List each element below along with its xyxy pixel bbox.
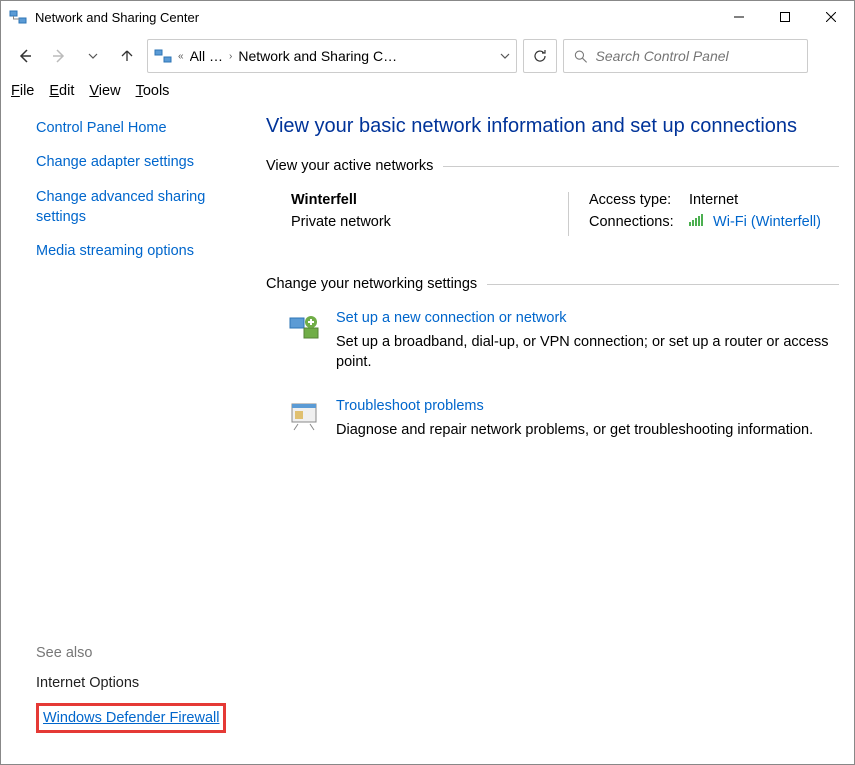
breadcrumb-dropdown-icon[interactable] xyxy=(500,51,510,61)
close-button[interactable] xyxy=(808,1,854,33)
access-type-label: Access type: xyxy=(589,192,689,208)
breadcrumb[interactable]: « All … › Network and Sharing C… xyxy=(147,39,517,73)
sidebar-change-adapter[interactable]: Change adapter settings xyxy=(36,152,241,172)
content: Control Panel Home Change adapter settin… xyxy=(1,103,854,756)
divider xyxy=(487,284,839,285)
refresh-button[interactable] xyxy=(523,39,557,73)
access-type-value: Internet xyxy=(689,192,738,208)
titlebar: Network and Sharing Center xyxy=(1,1,854,33)
menubar: File Edit View Tools xyxy=(1,79,854,103)
change-settings-header: Change your networking settings xyxy=(266,276,839,292)
sidebar-control-panel-home[interactable]: Control Panel Home xyxy=(36,118,241,138)
sidebar-change-advanced-sharing[interactable]: Change advanced sharing settings xyxy=(36,187,241,228)
network-center-icon xyxy=(9,8,27,26)
breadcrumb-seg2[interactable]: Network and Sharing C… xyxy=(238,48,397,64)
breadcrumb-seg1[interactable]: All … xyxy=(190,48,223,64)
connections-label: Connections: xyxy=(589,214,689,230)
active-networks-label: View your active networks xyxy=(266,158,433,174)
settings-item-troubleshoot: Troubleshoot problems Diagnose and repai… xyxy=(266,398,839,440)
window-title: Network and Sharing Center xyxy=(35,10,716,25)
minimize-button[interactable] xyxy=(716,1,762,33)
seealso-header: See also xyxy=(36,645,241,661)
troubleshoot-desc: Diagnose and repair network problems, or… xyxy=(336,420,813,440)
setup-connection-link[interactable]: Set up a new connection or network xyxy=(336,310,839,326)
active-network-row: Winterfell Private network Access type: … xyxy=(266,192,839,236)
navbar: « All … › Network and Sharing C… xyxy=(1,33,854,79)
breadcrumb-prefix: « xyxy=(178,51,184,62)
main-panel: View your basic network information and … xyxy=(266,103,854,756)
sidebar: Control Panel Home Change adapter settin… xyxy=(1,103,266,756)
divider xyxy=(443,166,839,167)
nav-back-button[interactable] xyxy=(11,42,39,70)
setup-connection-icon xyxy=(286,310,322,346)
network-right: Access type: Internet Connections: xyxy=(569,192,839,236)
sidebar-media-streaming[interactable]: Media streaming options xyxy=(36,241,241,261)
search-box[interactable] xyxy=(563,39,808,73)
menu-file[interactable]: File xyxy=(11,83,34,99)
troubleshoot-link[interactable]: Troubleshoot problems xyxy=(336,398,813,414)
menu-tools[interactable]: Tools xyxy=(136,83,170,99)
menu-view[interactable]: View xyxy=(89,83,120,99)
network-left: Winterfell Private network xyxy=(291,192,569,236)
chevron-right-icon: › xyxy=(229,51,232,62)
search-icon xyxy=(574,49,588,64)
network-name: Winterfell xyxy=(291,192,553,208)
breadcrumb-icon xyxy=(154,47,172,65)
search-input[interactable] xyxy=(596,48,797,64)
highlight-annotation: Windows Defender Firewall xyxy=(36,703,226,733)
seealso-section: See also Internet Options Windows Defend… xyxy=(36,645,241,741)
nav-recent-dropdown[interactable] xyxy=(79,42,107,70)
menu-edit[interactable]: Edit xyxy=(49,83,74,99)
seealso-windows-defender-firewall[interactable]: Windows Defender Firewall xyxy=(43,710,219,726)
setup-connection-desc: Set up a broadband, dial-up, or VPN conn… xyxy=(336,332,839,373)
active-networks-header: View your active networks xyxy=(266,158,839,174)
wifi-signal-icon xyxy=(689,214,705,230)
connection-link[interactable]: Wi-Fi (Winterfell) xyxy=(713,214,821,230)
nav-forward-button[interactable] xyxy=(45,42,73,70)
network-type: Private network xyxy=(291,214,553,230)
troubleshoot-icon xyxy=(286,398,322,434)
nav-up-button[interactable] xyxy=(113,42,141,70)
seealso-internet-options[interactable]: Internet Options xyxy=(36,675,241,691)
change-settings-label: Change your networking settings xyxy=(266,276,477,292)
main-heading: View your basic network information and … xyxy=(266,115,839,138)
settings-item-setup: Set up a new connection or network Set u… xyxy=(266,310,839,373)
maximize-button[interactable] xyxy=(762,1,808,33)
